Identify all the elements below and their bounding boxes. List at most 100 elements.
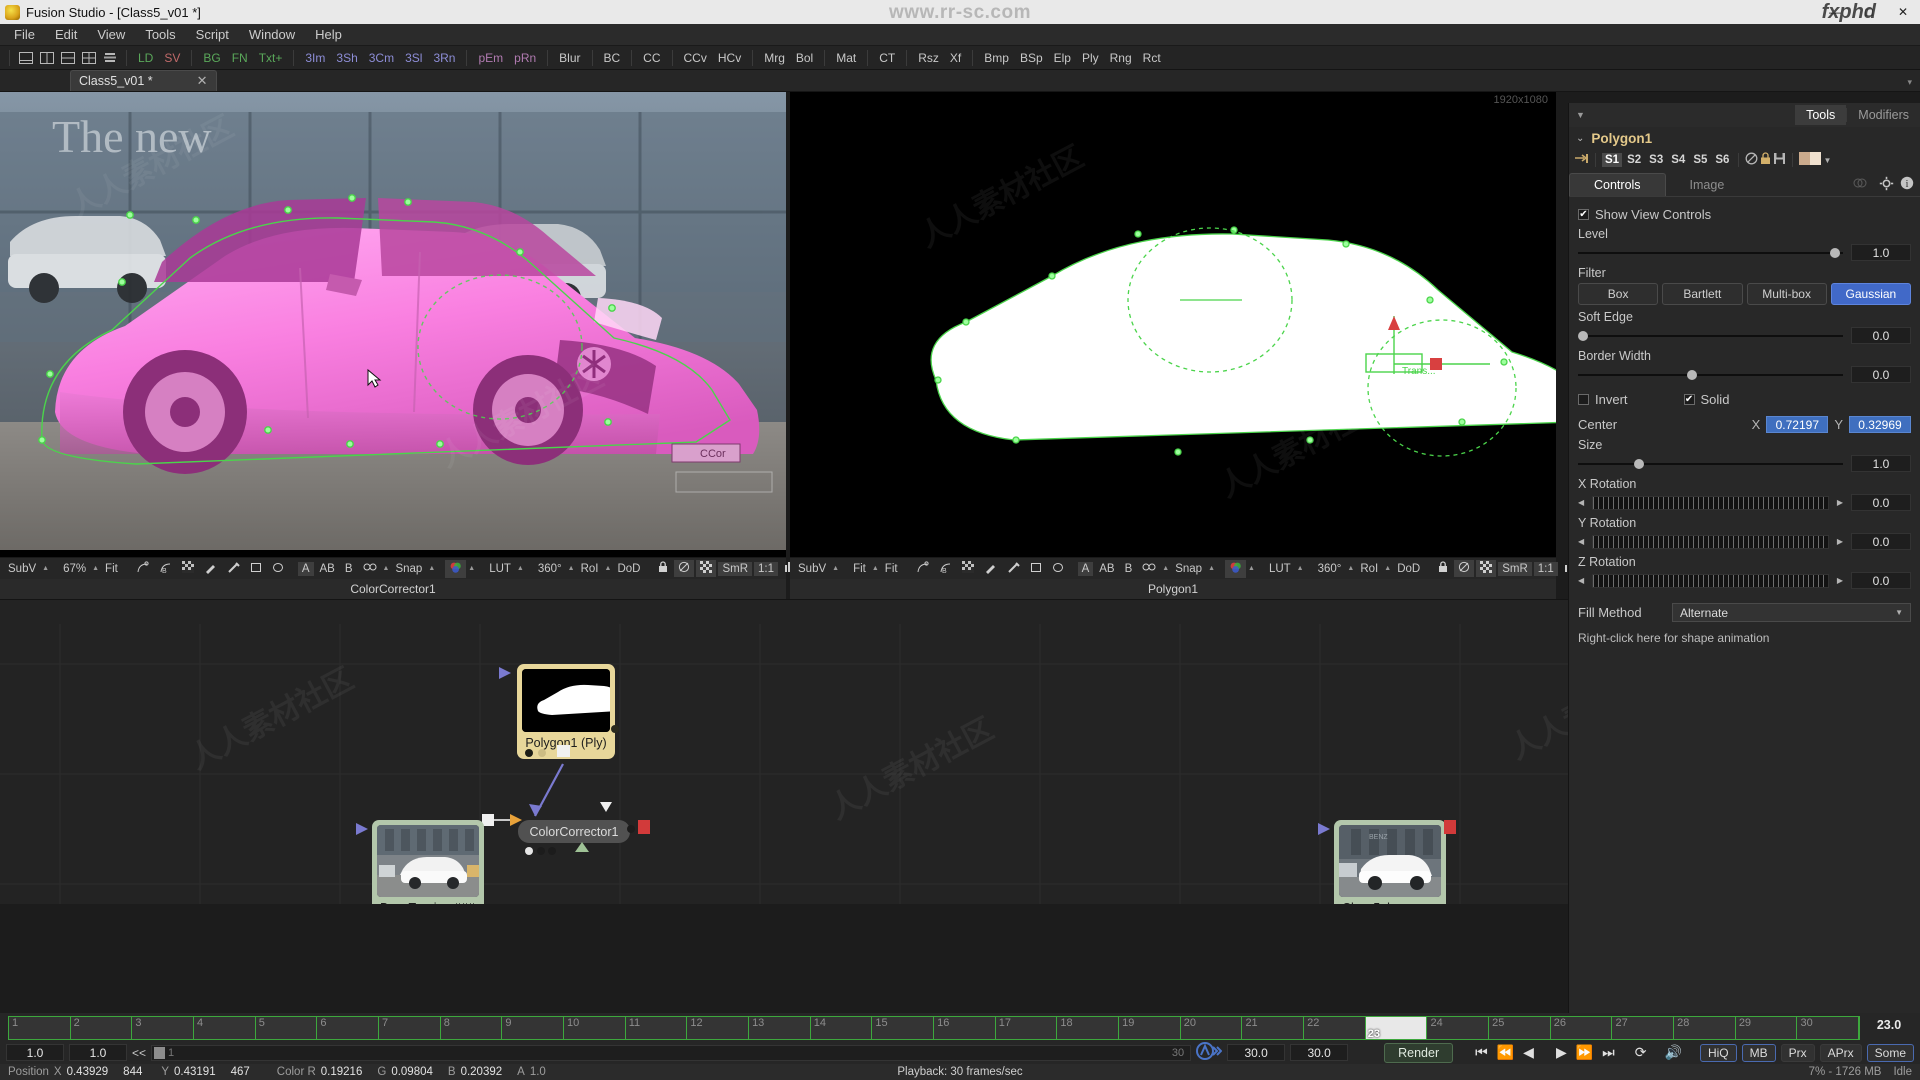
frame-tick[interactable]: 21 [1242, 1017, 1305, 1039]
frame-tick[interactable]: 19 [1119, 1017, 1181, 1039]
z-rotation-row[interactable]: ◀ ▶ 0.0 [1578, 572, 1911, 589]
menu-item-script[interactable]: Script [186, 25, 239, 44]
node-polygon1-output-dot[interactable] [610, 724, 620, 734]
roi-caret-icon-left[interactable]: ▲ [605, 565, 612, 572]
frame-tick[interactable]: 9 [502, 1017, 565, 1039]
menu-item-edit[interactable]: Edit [45, 25, 87, 44]
frame-tick[interactable]: 3 [132, 1017, 195, 1039]
smr-button-right[interactable]: SmR [1498, 561, 1532, 576]
size-value[interactable]: 1.0 [1851, 455, 1911, 472]
zoom-level-right[interactable]: Fit [849, 562, 870, 576]
frame-tick[interactable]: 20 [1181, 1017, 1243, 1039]
rgb-channel-icon-right[interactable] [1225, 559, 1246, 578]
node-class5-benz[interactable]: BENZ Class5_benz_exa... [1334, 820, 1452, 904]
spline-a-icon-right[interactable] [912, 560, 933, 578]
play-button[interactable]: ▶ [1554, 1044, 1569, 1061]
lock-icon-right[interactable] [1434, 560, 1452, 577]
roi-button-right[interactable]: RoI [1356, 562, 1382, 576]
stereo-icon-left[interactable] [359, 561, 381, 576]
buffer-ab-button-right[interactable]: AB [1095, 562, 1118, 576]
y-rotation-row[interactable]: ◀ ▶ 0.0 [1578, 533, 1911, 550]
color-picker-icon-left[interactable] [200, 560, 221, 578]
level-row[interactable]: 1.0 [1578, 244, 1911, 261]
node-colorcorrector1-view-marker[interactable] [638, 820, 650, 834]
tool-button-3rn[interactable]: 3Rn [428, 50, 460, 66]
z-rotation-ruler[interactable] [1592, 573, 1829, 588]
loop-nav-icon[interactable] [1196, 1042, 1223, 1063]
center-y-value[interactable]: 0.32969 [1849, 416, 1911, 433]
frame-tick[interactable]: 26 [1551, 1017, 1613, 1039]
maximize-button[interactable]: □ [1852, 0, 1886, 24]
buffer-a-button-right[interactable]: A [1077, 561, 1094, 576]
tab-modifiers[interactable]: Modifiers [1847, 105, 1920, 125]
x-rotation-left-arrow-icon[interactable]: ◀ [1578, 498, 1584, 507]
tool-button-bc[interactable]: BC [599, 50, 626, 66]
stack-layers-icon[interactable] [100, 49, 120, 67]
invert-checkbox[interactable] [1578, 394, 1589, 405]
tool-button-sv[interactable]: SV [159, 50, 185, 66]
tool-button-bmp[interactable]: Bmp [979, 50, 1014, 66]
level-value[interactable]: 1.0 [1851, 244, 1911, 261]
stereo-caret-icon-left[interactable]: ▲ [383, 565, 390, 572]
tool-button-ld[interactable]: LD [133, 50, 158, 66]
tab-controls[interactable]: Controls [1569, 173, 1666, 196]
timeline-end-value[interactable]: 23.0 [1864, 1018, 1914, 1032]
tool-button-txtplus[interactable]: Txt+ [254, 50, 288, 66]
frame-tick[interactable]: 5 [256, 1017, 318, 1039]
checker-bg-icon-right[interactable] [1476, 560, 1497, 577]
eyedropper-icon-left[interactable] [223, 560, 244, 578]
node-benzturning-input-arrow[interactable] [355, 822, 371, 836]
step-back-button[interactable]: ◀ [1521, 1044, 1536, 1061]
checker-grid-icon-right[interactable] [958, 560, 978, 577]
x-rotation-value[interactable]: 0.0 [1851, 494, 1911, 511]
render-range-bar[interactable]: 1 30 [151, 1044, 1192, 1061]
zoom-level-left[interactable]: 67% [59, 562, 90, 576]
frame-tick[interactable]: 13 [749, 1017, 811, 1039]
quality-prx-button[interactable]: Prx [1780, 1043, 1815, 1062]
zoom-caret-icon-right[interactable]: ▲ [872, 565, 879, 572]
tool-button-pem[interactable]: pEm [473, 50, 508, 66]
ratio-button-right[interactable]: 1:1 [1533, 561, 1558, 576]
disable-icon[interactable] [1745, 152, 1758, 168]
layout-quad-icon[interactable] [79, 49, 99, 67]
color-swatch[interactable] [1799, 152, 1822, 168]
inspector-collapse-icon[interactable]: ▼ [1576, 110, 1585, 120]
dod-button-left[interactable]: DoD [613, 562, 644, 576]
viewer-left[interactable]: The new CCor SubV ▲ 67% ▲ Fit B A AB B ▲… [0, 92, 817, 599]
subview-button-left[interactable]: SubV [4, 562, 40, 576]
fit-button-right[interactable]: Fit [881, 562, 902, 576]
roi-button-left[interactable]: RoI [577, 562, 603, 576]
in-point-field[interactable]: 1.0 [6, 1044, 64, 1061]
checker-grid-icon-left[interactable] [178, 560, 198, 577]
last-frame-button[interactable]: ⏭ [1600, 1044, 1617, 1061]
ellipse-roi-icon-right[interactable] [1048, 560, 1068, 577]
ratio-button-left[interactable]: 1:1 [754, 561, 779, 576]
tool-button-hcv[interactable]: HCv [713, 50, 746, 66]
node-class5-benz-view-marker[interactable] [1444, 820, 1456, 834]
rect-roi-icon-right[interactable] [1026, 560, 1046, 577]
frame-tick[interactable]: 7 [379, 1017, 441, 1039]
frame-tick[interactable]: 4 [194, 1017, 256, 1039]
menu-item-tools[interactable]: Tools [135, 25, 185, 44]
document-tab-class5[interactable]: Class5_v01 * ✕ [70, 70, 217, 91]
tool-button-rng[interactable]: Rng [1105, 50, 1137, 66]
filter-button-box[interactable]: Box [1578, 283, 1659, 305]
subview-toggle-icon-right[interactable] [1454, 560, 1475, 577]
spline-a-icon-left[interactable] [132, 560, 153, 578]
buffer-a-button-left[interactable]: A [297, 561, 314, 576]
fast-forward-button[interactable]: ⏩ [1574, 1044, 1595, 1061]
buffer-ab-button-left[interactable]: AB [316, 562, 339, 576]
rgb-caret-icon-right[interactable]: ▲ [1248, 565, 1255, 572]
menu-item-file[interactable]: File [4, 25, 45, 44]
lock-icon-left[interactable] [654, 560, 672, 577]
border-width-value[interactable]: 0.0 [1851, 366, 1911, 383]
stereo-icon-right[interactable] [1138, 561, 1160, 576]
lut-button-left[interactable]: LUT [485, 562, 515, 576]
tool-button-bg[interactable]: BG [198, 50, 225, 66]
snap-caret-icon-left[interactable]: ▲ [428, 565, 435, 572]
first-frame-button[interactable]: ⏮ [1473, 1044, 1490, 1061]
level-slider-knob[interactable] [1829, 247, 1840, 258]
frame-tick[interactable]: 28 [1674, 1017, 1736, 1039]
view-360-button-right[interactable]: 360° [1314, 562, 1346, 576]
chevron-down-icon[interactable]: ⌄ [1576, 133, 1584, 144]
